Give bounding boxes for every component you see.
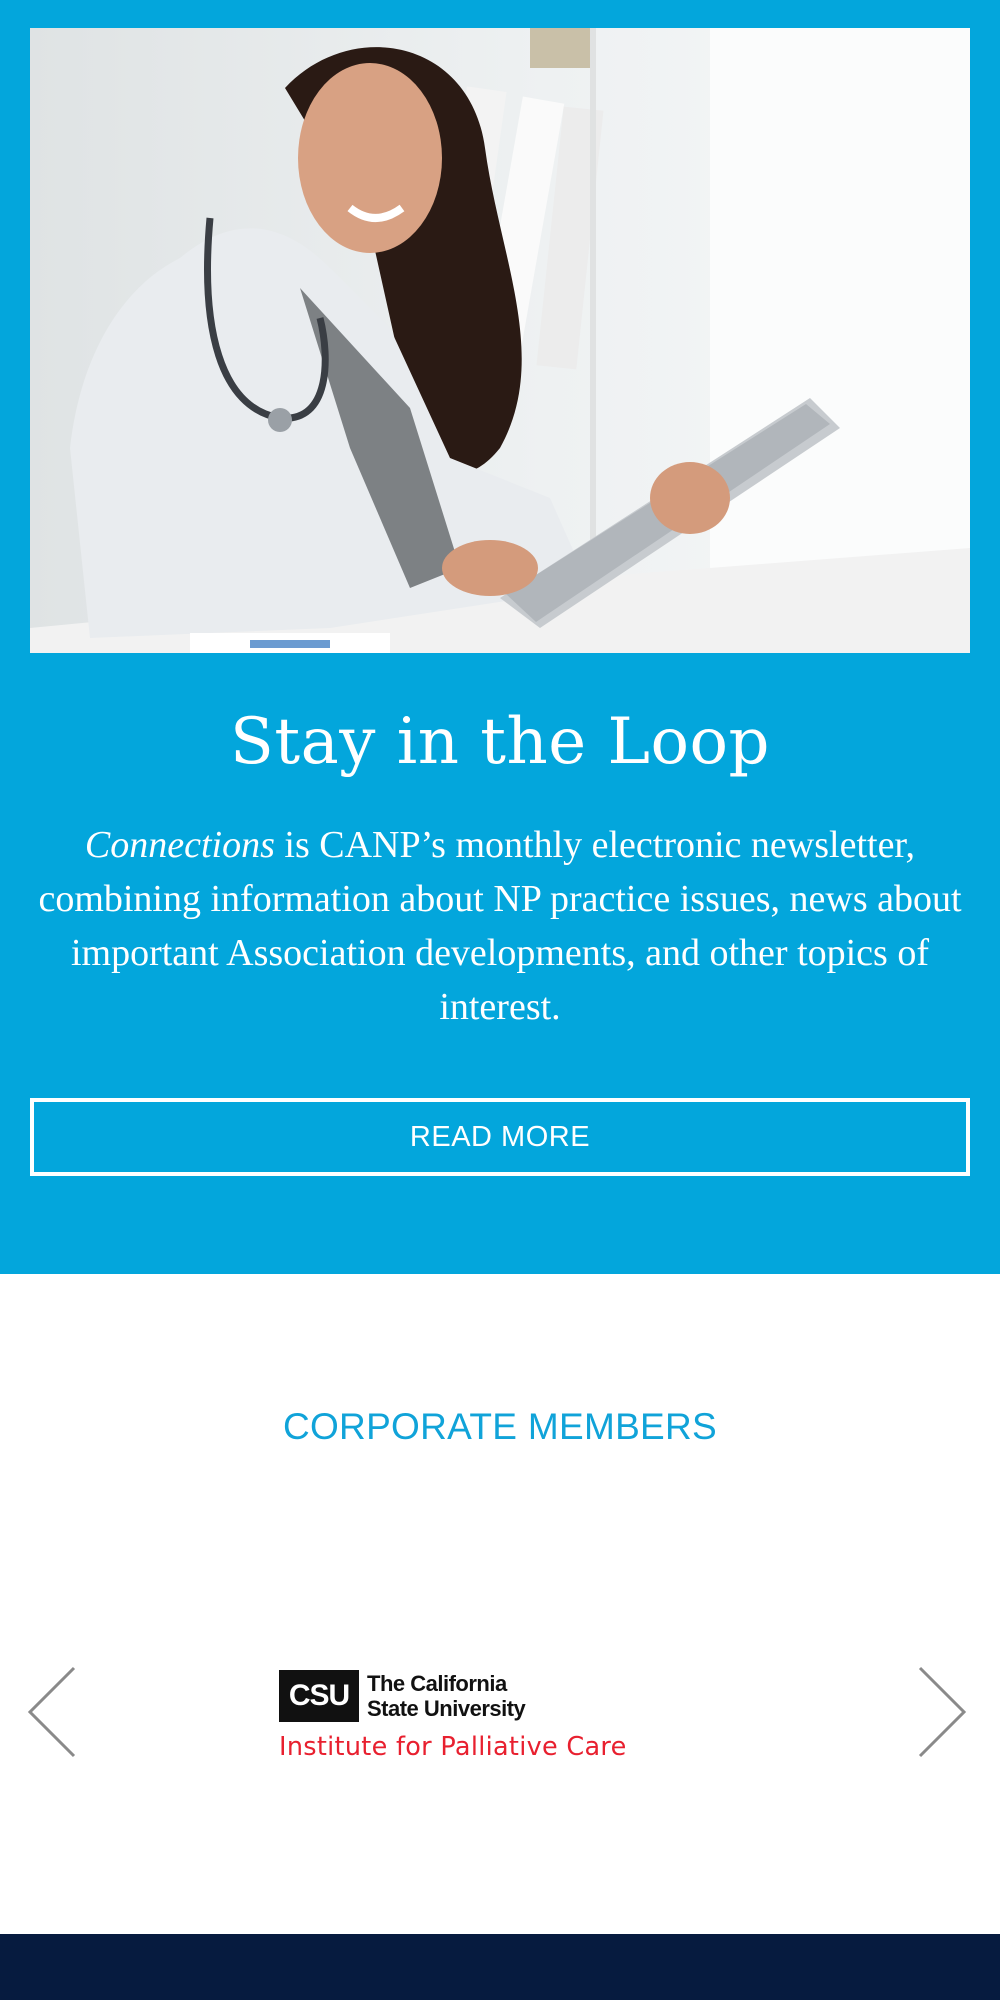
read-more-button[interactable]: READ MORE (30, 1098, 970, 1176)
section-title: Stay in the Loop (230, 705, 770, 779)
logo-text-line2: State University (367, 1696, 526, 1721)
newsletter-section: Stay in the Loop Connections is CANP’s m… (0, 0, 1000, 1274)
newsletter-description: Connections is CANP’s monthly electronic… (36, 818, 964, 1034)
carousel-prev-button[interactable] (22, 1664, 82, 1760)
carousel-next-button[interactable] (912, 1664, 972, 1760)
chevron-left-icon (27, 1666, 76, 1758)
chevron-right-icon (918, 1666, 967, 1758)
logo-text-line1: The California (367, 1671, 507, 1696)
logo-text-line3: Institute for Palliative Care (279, 1732, 627, 1762)
newsletter-name: Connections (84, 824, 275, 866)
site-footer (0, 1934, 1000, 2000)
logo-mark: CSU (279, 1670, 359, 1722)
corporate-members-section: CORPORATE MEMBERS CSU The California Sta… (0, 1274, 1000, 1934)
hero-image (30, 28, 970, 653)
corporate-members-heading: CORPORATE MEMBERS (282, 1406, 718, 1447)
member-logo-csu[interactable]: CSU The California State University Inst… (279, 1670, 725, 1770)
